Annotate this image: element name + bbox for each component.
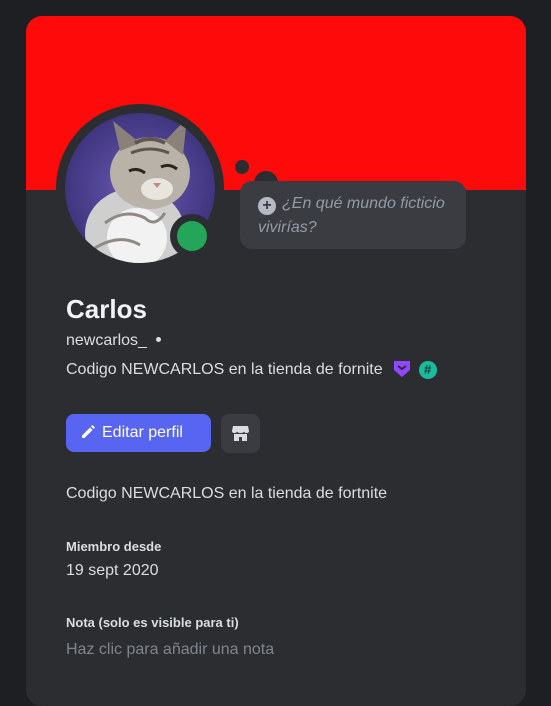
username[interactable]: newcarlos_ — [66, 332, 147, 349]
thought-bubble-placeholder: ¿En qué mundo ficticio vivirías? — [258, 195, 445, 236]
note-input[interactable]: Haz clic para añadir una nota — [66, 639, 274, 661]
edit-profile-button[interactable]: Editar perfil — [66, 414, 211, 452]
shop-icon — [232, 426, 249, 441]
separator-dot — [155, 337, 161, 342]
custom-status: Codigo NEWCARLOS en la tienda de fornite — [66, 361, 383, 378]
thought-bubble-tail-small — [235, 160, 249, 174]
edit-profile-label: Editar perfil — [102, 424, 183, 441]
note-label: Nota (solo es visible para ti) — [66, 615, 239, 630]
custom-status-row: Codigo NEWCARLOS en la tienda de fornite… — [66, 359, 437, 385]
member-since-date: 19 sept 2020 — [66, 562, 159, 579]
twitch-badge-icon[interactable] — [393, 360, 411, 385]
shop-button[interactable] — [221, 414, 260, 453]
pencil-icon — [82, 425, 95, 438]
profile-card: + ¿En qué mundo ficticio vivirías? Carlos… — [26, 16, 526, 706]
about-me-text: Codigo NEWCARLOS en la tienda de fortnit… — [66, 485, 388, 502]
member-since-label: Miembro desde — [66, 539, 162, 554]
display-name: Carlos — [66, 294, 147, 324]
thought-bubble[interactable]: + ¿En qué mundo ficticio vivirías? — [240, 181, 466, 249]
online-status-icon — [177, 221, 207, 251]
avatar[interactable] — [56, 104, 224, 272]
hashtag-badge-icon[interactable]: # — [418, 361, 437, 379]
plus-circle-icon: + — [258, 197, 276, 215]
status-indicator — [170, 214, 214, 258]
username-row: newcarlos_ — [66, 330, 161, 352]
